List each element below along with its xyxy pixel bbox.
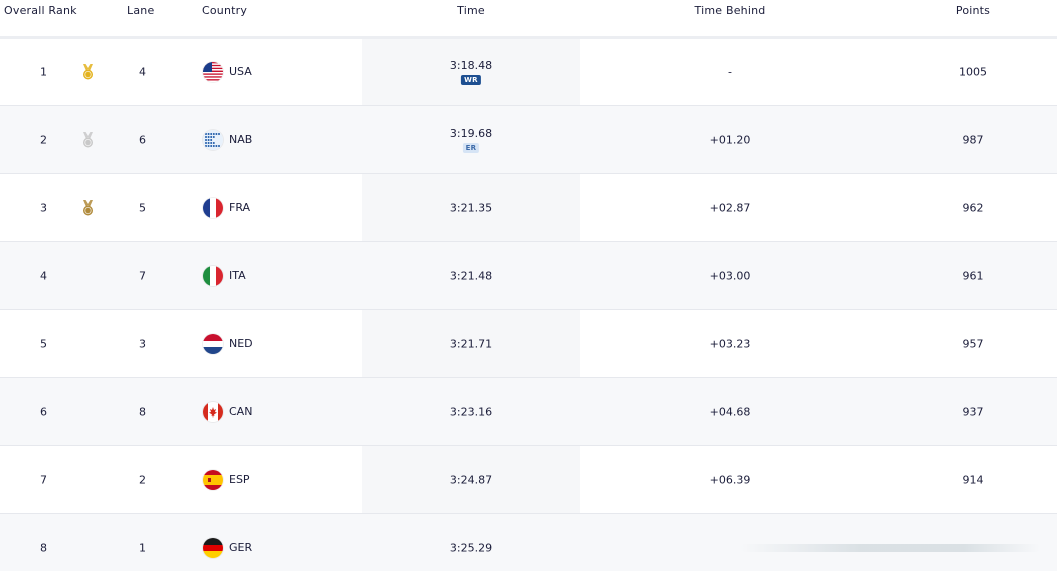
lane-cell: 3 (139, 337, 146, 350)
rank-cell: 8 (40, 541, 47, 554)
points-cell: 962 (962, 201, 984, 214)
bronze-medal-icon (79, 199, 97, 217)
lane-cell: 1 (139, 541, 146, 554)
usa-flag-icon (203, 61, 223, 82)
lane-cell: 6 (139, 133, 146, 146)
table-row[interactable]: 3 5 FRA 3:21.35 +02.87 962 (0, 174, 1057, 242)
country-code: CAN (229, 405, 253, 418)
gold-medal-icon (79, 63, 97, 81)
country-cell[interactable]: ESP (203, 469, 250, 490)
time-value: 3:21.35 (449, 201, 493, 214)
country-code: ESP (229, 473, 250, 486)
table-row[interactable]: 4 7 ITA 3:21.48 +03.00 961 (0, 242, 1057, 310)
country-cell[interactable]: CAN (203, 401, 253, 422)
time-cell: 3:25.29 (450, 541, 492, 554)
rank-cell: 3 (40, 201, 47, 214)
time-value: 3:19.68 (449, 126, 493, 140)
header-country[interactable]: Country (202, 4, 247, 17)
points-cell: 914 (962, 473, 984, 486)
time-value: 3:25.29 (449, 541, 493, 554)
header-lane[interactable]: Lane (127, 4, 154, 17)
table-row[interactable]: 8 1 GER 3:25.29 (0, 514, 1057, 571)
record-badge: WR (461, 74, 481, 85)
time-cell: 3:19.68 ER (450, 127, 492, 153)
points-cell: 937 (962, 405, 984, 418)
time-value: 3:23.16 (449, 405, 493, 418)
table-row[interactable]: 1 4 USA 3:18.48 WR - 1005 (0, 38, 1057, 106)
country-cell[interactable]: FRA (203, 197, 251, 218)
lane-cell: 5 (139, 201, 146, 214)
time-value: 3:21.48 (449, 269, 493, 282)
esp-flag-icon (203, 469, 223, 490)
rank-cell: 2 (40, 133, 47, 146)
time-cell: 3:21.48 (450, 269, 492, 282)
header-overall-rank[interactable]: Overall Rank (4, 4, 77, 17)
rank-cell: 4 (40, 269, 47, 282)
country-code: FRA (229, 201, 251, 214)
time-behind-cell: +03.00 (709, 269, 751, 282)
table-header: Overall Rank Lane Country Time Time Behi… (0, 0, 1057, 39)
country-code: GER (229, 541, 253, 554)
time-cell: 3:21.35 (450, 201, 492, 214)
country-code: NED (229, 337, 253, 350)
record-badge: ER (462, 142, 480, 153)
table-row[interactable]: 2 6 NAB 3:19.68 ER +01.20 987 (0, 106, 1057, 174)
time-behind-cell: - (728, 65, 732, 78)
time-cell: 3:21.71 (450, 337, 492, 350)
time-value: 3:18.48 (449, 58, 493, 72)
points-cell: 961 (962, 269, 984, 282)
header-time-behind[interactable]: Time Behind (695, 4, 766, 17)
time-value: 3:21.71 (449, 337, 493, 350)
rank-cell: 1 (40, 65, 47, 78)
results-table: Overall Rank Lane Country Time Time Behi… (0, 0, 1057, 571)
points-cell: 987 (962, 133, 984, 146)
country-cell[interactable]: USA (203, 61, 252, 82)
table-row[interactable]: 7 2 ESP 3:24.87 +06.39 914 (0, 446, 1057, 514)
ger-flag-icon (203, 537, 223, 558)
table-row[interactable]: 6 8 CAN 3:23.16 +04.68 937 (0, 378, 1057, 446)
time-cell: 3:23.16 (450, 405, 492, 418)
time-behind-cell: +01.20 (709, 133, 751, 146)
header-time[interactable]: Time (457, 4, 485, 17)
time-cell: 3:24.87 (450, 473, 492, 486)
time-behind-cell: +04.68 (709, 405, 751, 418)
lane-cell: 4 (139, 65, 146, 78)
ned-flag-icon (203, 333, 223, 354)
time-value: 3:24.87 (449, 473, 493, 486)
time-behind-cell: +03.23 (709, 337, 751, 350)
silver-medal-icon (79, 131, 97, 149)
points-cell: 1005 (959, 65, 987, 78)
time-behind-cell: +02.87 (709, 201, 751, 214)
time-cell: 3:18.48 WR (450, 59, 492, 85)
rank-cell: 5 (40, 337, 47, 350)
fra-flag-icon (203, 197, 223, 218)
nab-flag-icon (203, 129, 223, 150)
lane-cell: 2 (139, 473, 146, 486)
country-code: ITA (229, 269, 246, 282)
country-cell[interactable]: ITA (203, 265, 246, 286)
loading-placeholder (740, 544, 1040, 552)
ita-flag-icon (203, 265, 223, 286)
country-cell[interactable]: GER (203, 537, 253, 558)
table-row[interactable]: 5 3 NED 3:21.71 +03.23 957 (0, 310, 1057, 378)
country-code: NAB (229, 133, 253, 146)
can-flag-icon (203, 401, 223, 422)
country-code: USA (229, 65, 252, 78)
lane-cell: 7 (139, 269, 146, 282)
rank-cell: 6 (40, 405, 47, 418)
header-points[interactable]: Points (956, 4, 990, 17)
country-cell[interactable]: NED (203, 333, 253, 354)
country-cell[interactable]: NAB (203, 129, 253, 150)
lane-cell: 8 (139, 405, 146, 418)
points-cell: 957 (962, 337, 984, 350)
time-behind-cell: +06.39 (709, 473, 751, 486)
rank-cell: 7 (40, 473, 47, 486)
